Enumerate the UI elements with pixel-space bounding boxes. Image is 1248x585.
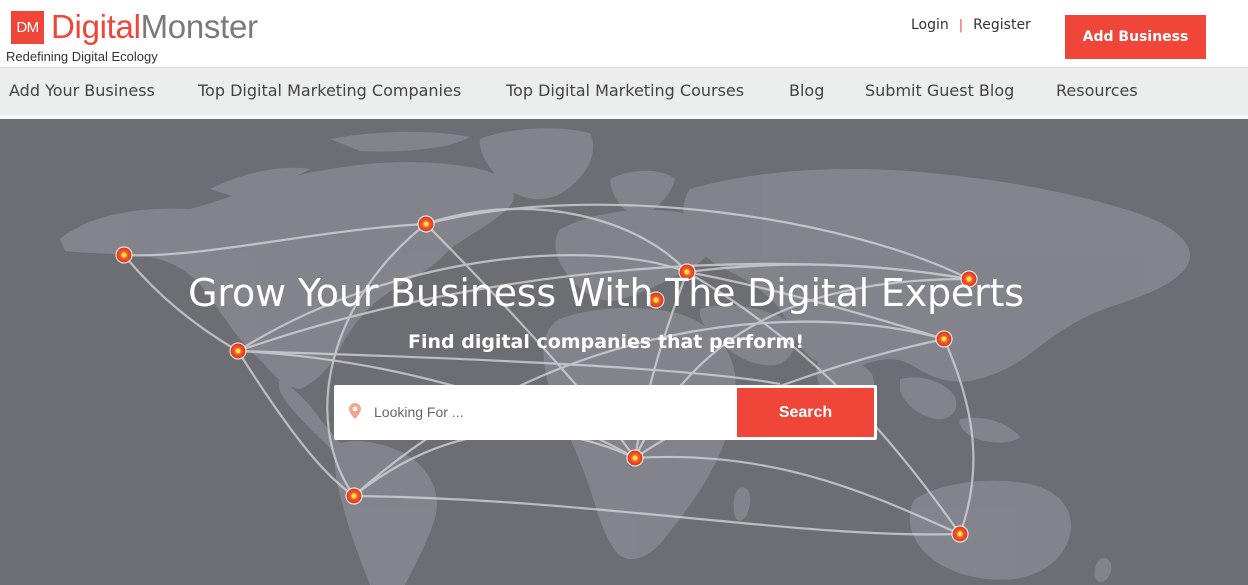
location-pin-icon: [349, 403, 361, 423]
nav-item-submit-guest-blog[interactable]: Submit Guest Blog: [865, 81, 1014, 100]
hero-subtitle: Find digital companies that perform!: [407, 331, 804, 353]
nav-item-top-companies[interactable]: Top Digital Marketing Companies: [198, 81, 461, 100]
nav-item-add-your-business[interactable]: Add Your Business: [9, 81, 155, 100]
map-pin: [417, 215, 435, 233]
main-nav: Add Your Business Top Digital Marketing …: [0, 67, 1248, 115]
nav-item-top-courses[interactable]: Top Digital Marketing Courses: [506, 81, 744, 100]
add-business-button[interactable]: Add Business: [1065, 15, 1206, 59]
map-pin: [951, 525, 969, 543]
hero-section: Grow Your Business With The Digital Expe…: [0, 119, 1248, 585]
nav-item-blog[interactable]: Blog: [789, 81, 824, 100]
nav-item-resources[interactable]: Resources: [1056, 81, 1138, 100]
logo-wordmark: DigitalMonster: [51, 9, 258, 45]
search-input[interactable]: [374, 395, 724, 429]
hero-title: Grow Your Business With The Digital Expe…: [188, 271, 1024, 315]
map-pin: [626, 449, 644, 467]
logo-mark: DM: [11, 10, 44, 44]
logo[interactable]: DM DigitalMonster: [11, 9, 258, 45]
tagline: Redefining Digital Ecology: [6, 49, 158, 64]
auth-separator: |: [958, 17, 964, 33]
auth-links: Login | Register: [911, 17, 1031, 33]
search-bar: Search: [334, 385, 877, 440]
login-link[interactable]: Login: [911, 17, 949, 33]
continents: [60, 128, 1190, 585]
map-pin: [115, 246, 133, 264]
map-pin: [345, 487, 363, 505]
logo-word-monster: Monster: [140, 8, 258, 45]
site-header: DM DigitalMonster Redefining Digital Eco…: [0, 0, 1248, 66]
search-button[interactable]: Search: [737, 388, 874, 437]
logo-word-digital: Digital: [51, 8, 141, 45]
register-link[interactable]: Register: [973, 17, 1031, 33]
